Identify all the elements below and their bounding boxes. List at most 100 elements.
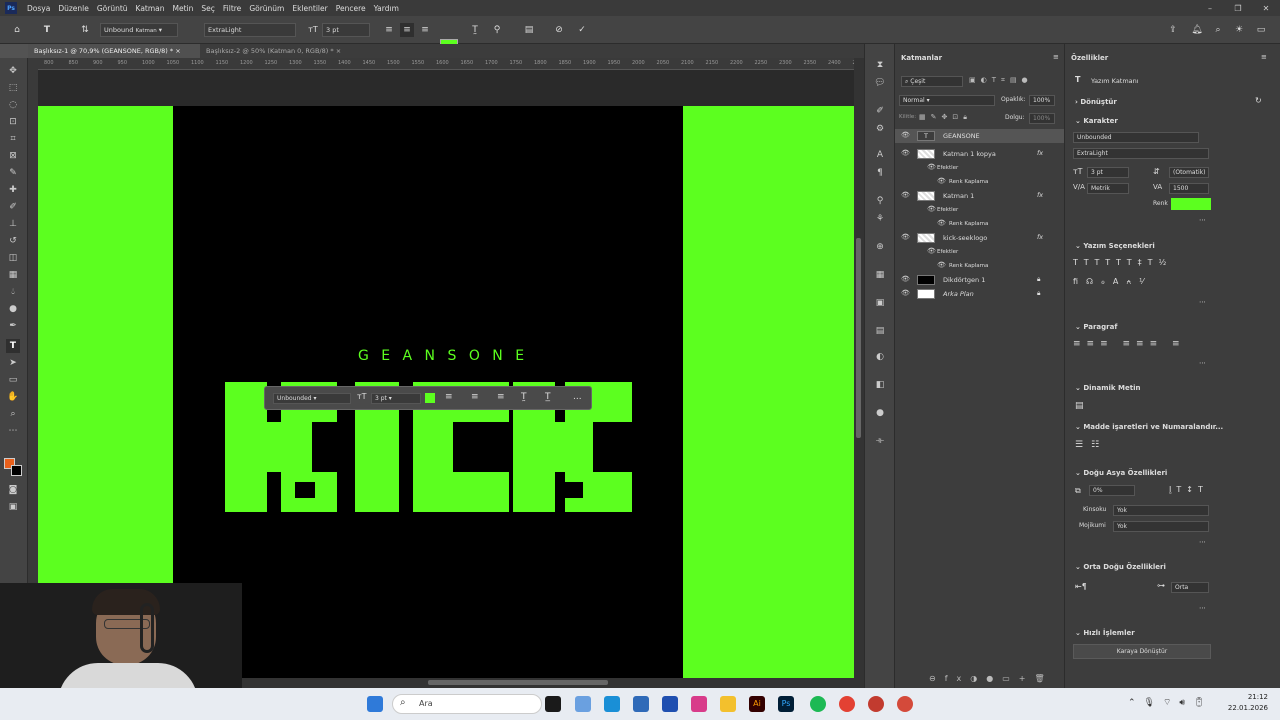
vertical-scrollbar[interactable] [854,58,864,688]
layer-row[interactable]: 👁︎ Arka Plan 🔒︎ [895,287,1065,301]
kinsoku-select[interactable]: Yok [1113,505,1209,516]
zoom-tool-icon[interactable]: ⌕ [6,407,20,421]
history-panel-icon[interactable]: ⧗ [873,58,887,72]
type-tool-icon[interactable]: T [6,339,20,353]
properties-menu-icon[interactable]: ≡ [1261,53,1267,61]
path-select-tool-icon[interactable]: ➤ [6,356,20,370]
layer-visibility-icon[interactable]: 👁︎ [901,289,910,297]
prop-leading-field[interactable]: (Otomatik) [1169,167,1209,178]
fx-badge[interactable]: fx [1037,233,1043,241]
ea-type-icons[interactable]: ḬT↕T [1169,485,1208,494]
adjustments-icon[interactable]: ⚙ [873,122,887,136]
menu-item[interactable]: Dosya [23,4,54,13]
layer-row[interactable]: 👁︎ T GEANSONE [895,129,1065,143]
effect-visibility-icon[interactable]: 👁︎ [937,177,946,185]
floating-warp-icon[interactable]: T̰ [521,392,527,402]
section-type-options[interactable]: ⌄ Yazım Seçenekleri [1075,242,1155,250]
menu-item[interactable]: Düzenle [54,4,93,13]
align-right-icon[interactable]: ≡ [418,23,432,37]
rtl-direction-icon[interactable]: ⇤¶ [1075,582,1087,591]
edge-icon[interactable] [604,696,620,712]
effect-visibility-icon[interactable]: 👁︎ [927,205,936,213]
opacity-field[interactable]: 100% [1029,95,1055,106]
chrome-icon-2[interactable] [868,696,884,712]
type-options-more-icon[interactable]: ⋯ [1199,298,1206,306]
minimize-icon[interactable]: – [1196,0,1224,16]
workspace-icon[interactable]: ▭ [1254,23,1268,37]
layer-row[interactable]: 👁︎ Katman 1 kopya fx [895,147,1065,161]
menu-item[interactable]: Görüntü [93,4,132,13]
panels-toggle-icon[interactable]: ▤ [522,23,536,37]
layer-row[interactable]: 👁︎ Efektler [895,245,1065,259]
lasso-tool-icon[interactable]: ◌ [6,98,20,112]
menu-item[interactable]: Katman [132,4,169,13]
floating-character-icon[interactable]: T̲ [545,392,551,402]
section-paragraph[interactable]: ⌄ Paragraf [1075,323,1117,331]
menu-item[interactable]: Metin [169,4,198,13]
tab-document-2[interactable]: Başlıksız-2 @ 50% (Katman 0, RGB/8) * × [200,44,360,58]
font-style-select[interactable]: ExtraLight [204,23,296,37]
dodge-tool-icon[interactable]: ● [6,302,20,316]
fx-badge[interactable]: fx [1037,191,1043,199]
floating-align-right-icon[interactable]: ≡ [497,392,505,402]
text-orientation-icon[interactable]: ⇅ [78,23,92,37]
geansone-text[interactable]: G E A N S O N E [238,348,648,364]
floating-size-select[interactable]: 3 pt ▾ [371,393,421,404]
middle-east-select[interactable]: Orta [1171,582,1209,593]
floating-align-left-icon[interactable]: ≡ [445,392,453,402]
floating-color-swatch[interactable] [425,393,435,403]
layer-visibility-icon[interactable]: 👁︎ [901,131,910,139]
discover-icon[interactable]: ☀ [1232,23,1246,37]
layer-row[interactable]: 👁︎ kick-seeklogo fx [895,231,1065,245]
layer-row[interactable]: 👁︎ Renk Kaplama [895,259,1065,273]
app-icon-1[interactable] [575,696,591,712]
dynamic-text-icon[interactable]: ▤ [1075,401,1084,411]
mojikumi-select[interactable]: Yok [1113,521,1209,532]
reset-transform-icon[interactable]: ↻ [1255,96,1262,105]
channels-icon[interactable]: ◧ [873,378,887,392]
lock-icons[interactable]: ▦✎✥⊡🔒︎ [919,113,972,122]
section-quick-actions[interactable]: ⌄ Hızlı İşlemler [1075,629,1135,637]
effect-visibility-icon[interactable]: 👁︎ [937,219,946,227]
menu-item[interactable]: Görünüm [245,4,288,13]
menu-item[interactable]: Pencere [332,4,370,13]
paragraph-align-icons[interactable]: ≡≡≡ ≡≡≡ ≡ [1073,339,1186,349]
floating-more-icon[interactable]: ... [573,392,582,402]
comments-panel-icon[interactable]: 💬︎ [873,76,887,90]
align-center-icon[interactable]: ≡ [400,23,414,37]
blend-mode-select[interactable]: Normal ▾ [899,95,995,106]
type-style-icons[interactable]: TTTTTT‡T½ [1073,258,1172,267]
tray-icons[interactable]: ⌃🎙︎⌔🔊︎🔋︎ [1128,697,1213,708]
layer-row[interactable]: 👁︎ Efektler [895,161,1065,175]
search-icon[interactable]: ⌕ [1211,23,1225,37]
prop-style-select[interactable]: ExtraLight [1073,148,1209,159]
paragraph-more-icon[interactable]: ⋯ [1199,359,1206,367]
middle-east-more-icon[interactable]: ⋯ [1199,604,1206,612]
cancel-icon[interactable]: ⊘ [552,23,566,37]
section-middle-east[interactable]: ⌄ Orta Doğu Özellikleri [1075,563,1166,571]
blur-tool-icon[interactable]: 💧︎ [6,285,20,299]
layer-row[interactable]: 👁︎ Dikdörtgen 1 🔒︎ [895,273,1065,287]
hand-tool-icon[interactable]: ✋ [6,390,20,404]
prop-color-swatch[interactable] [1171,198,1211,210]
outlook-icon[interactable] [662,696,678,712]
libraries-icon[interactable]: ⚘ [873,212,887,226]
start-icon[interactable] [367,696,383,712]
floating-font-select[interactable]: Unbounded ▾ [273,393,351,404]
east-asian-more-icon[interactable]: ⋯ [1199,538,1206,546]
type-tool-icon[interactable]: T [40,23,54,37]
healing-tool-icon[interactable]: ✚ [6,183,20,197]
prop-kerning-field[interactable]: Metrik [1087,183,1129,194]
notifications-icon[interactable]: 🔔︎ [1190,23,1204,37]
section-bullets[interactable]: ⌄ Madde işaretleri ve Numaralandır... [1075,423,1223,431]
layer-row[interactable]: 👁︎ Renk Kaplama [895,217,1065,231]
glyphs-icon[interactable]: ⚲ [873,194,887,208]
prop-tracking-field[interactable]: 1500 [1169,183,1209,194]
layer-row[interactable]: 👁︎ Efektler [895,203,1065,217]
file-explorer-icon[interactable] [720,696,736,712]
fx-badge[interactable]: fx [1037,149,1043,157]
menu-item[interactable]: Filtre [219,4,245,13]
frame-tool-icon[interactable]: ⊠ [6,149,20,163]
3d-icon[interactable]: ⚲ [490,23,504,37]
warp-text-icon[interactable]: T̰ [468,23,482,37]
